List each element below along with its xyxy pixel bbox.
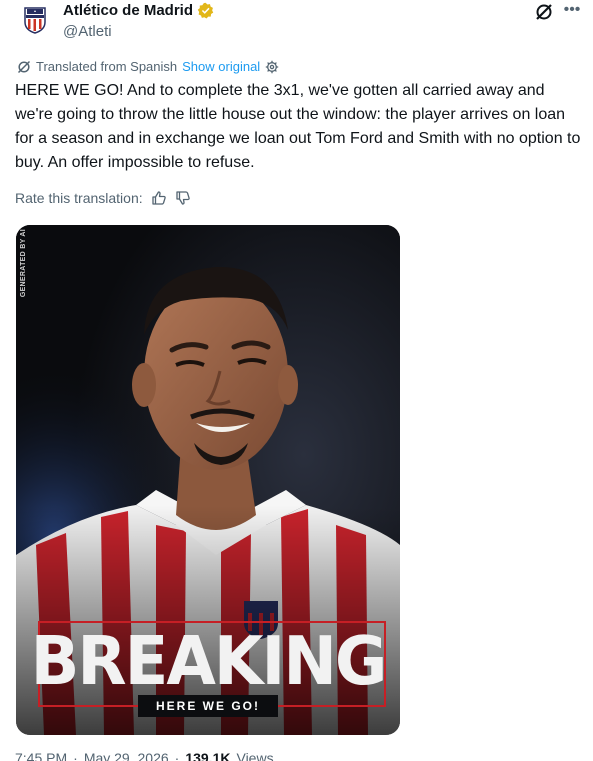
tweet-metadata: 7:45 PM · May 29, 2026 · 139.1K Views — [15, 750, 274, 761]
tweet-date[interactable]: May 29, 2026 — [84, 750, 169, 761]
tweet-text: HERE WE GO! And to complete the 3x1, we'… — [15, 82, 581, 171]
tweet-media-image[interactable]: GENERATED BY AI BREAKING HERE WE GO! — [16, 225, 400, 735]
grok-translate-icon — [17, 60, 31, 73]
grok-icon[interactable] — [534, 2, 554, 22]
thumbs-down-icon[interactable] — [175, 190, 191, 206]
tweet-time[interactable]: 7:45 PM — [15, 750, 67, 761]
translated-from-label: Translated from Spanish — [36, 59, 178, 74]
author-handle[interactable]: @Atleti — [63, 23, 112, 40]
breaking-subheadline: HERE WE GO! — [155, 699, 260, 713]
avatar[interactable] — [17, 2, 53, 38]
author-name-row[interactable]: Atlético de Madrid — [63, 2, 214, 19]
club-crest-icon — [24, 7, 46, 34]
thumbs-up-icon[interactable] — [151, 190, 167, 206]
tweet-header: Atlético de Madrid @Atleti ••• — [0, 0, 593, 48]
author-display-name[interactable]: Atlético de Madrid — [63, 2, 193, 19]
verified-badge-icon[interactable] — [197, 2, 214, 19]
breaking-headline: BREAKING — [30, 623, 388, 701]
rate-translation-label: Rate this translation: — [15, 190, 143, 206]
show-original-link[interactable]: Show original — [182, 59, 260, 74]
more-options-icon[interactable]: ••• — [562, 2, 582, 22]
settings-gear-icon[interactable] — [265, 60, 279, 74]
translation-notice: Translated from Spanish Show original — [17, 59, 279, 74]
views-label: Views — [236, 750, 274, 761]
meta-separator: · — [73, 750, 78, 761]
rate-translation: Rate this translation: — [15, 190, 191, 206]
views-count[interactable]: 139.1K — [185, 750, 230, 761]
meta-separator-2: · — [174, 750, 180, 761]
ai-generated-tag: GENERATED BY AI — [20, 229, 27, 298]
